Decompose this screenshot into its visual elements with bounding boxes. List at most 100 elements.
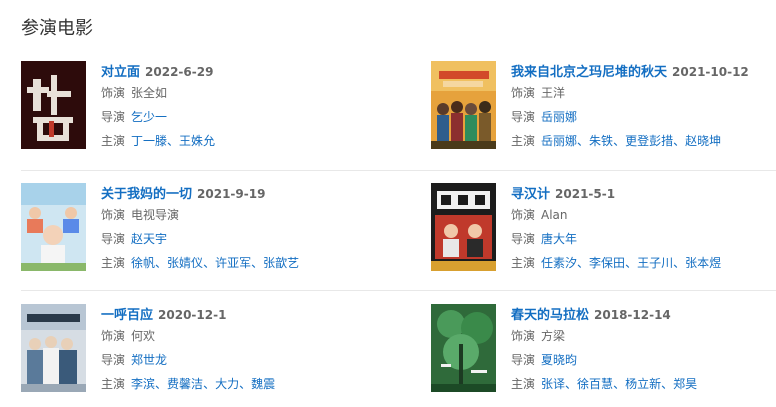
movie-poster[interactable]: [431, 61, 496, 149]
cast-label: 主演: [101, 377, 126, 391]
poster-autumn-of-mani-icon: [431, 61, 496, 149]
role-line: 饰演 张全如: [101, 81, 381, 105]
role-value: 方梁: [541, 329, 566, 343]
separator: 、: [155, 256, 168, 270]
title-line: 关于我妈的一切 2021-9-19: [101, 183, 381, 203]
role-label: 饰演: [101, 208, 126, 222]
movie-poster[interactable]: [431, 304, 496, 392]
separator: 、: [167, 134, 180, 148]
movie-poster[interactable]: [21, 61, 86, 149]
release-date: 2022-6-29: [145, 65, 214, 79]
separator: 、: [613, 134, 626, 148]
cast-link[interactable]: 李滨: [131, 377, 155, 391]
cast-link[interactable]: 费馨洁: [167, 377, 203, 391]
separator: 、: [565, 377, 578, 391]
cast-line: 主演 李滨、费馨洁、大力、魏震: [101, 372, 381, 396]
cast-line: 主演 岳丽娜、朱铁、更登彭措、赵晓坤: [511, 129, 776, 153]
movie-title-link[interactable]: 一呼百应: [101, 308, 153, 323]
movie-card: 春天的马拉松 2018-12-14 饰演 方梁 导演 夏晓昀 主演 张译、徐百慧、杨立新…: [431, 304, 776, 394]
cast-link[interactable]: 岳丽娜: [541, 134, 577, 148]
cast-link[interactable]: 魏震: [251, 377, 275, 391]
release-date: 2021-10-12: [672, 65, 749, 79]
cast-link[interactable]: 赵晓坤: [685, 134, 721, 148]
role-line: 饰演 王洋: [511, 81, 776, 105]
poster-duilimian-icon: [21, 61, 86, 149]
director-label: 导演: [511, 232, 536, 246]
poster-spring-marathon-icon: [431, 304, 496, 392]
director-label: 导演: [101, 232, 126, 246]
director-link[interactable]: 唐大年: [541, 232, 577, 246]
director-label: 导演: [511, 110, 536, 124]
role-line: 饰演 何欢: [101, 324, 381, 348]
movie-info: 春天的马拉松 2018-12-14 饰演 方梁 导演 夏晓昀 主演 张译、徐百慧、杨立新…: [511, 304, 776, 396]
director-line: 导演 郑世龙: [101, 348, 381, 372]
director-link[interactable]: 乞少一: [131, 110, 167, 124]
movie-info: 对立面 2022-6-29 饰演 张全如 导演 乞少一 主演 丁一滕、王姝允: [101, 61, 381, 153]
cast-link[interactable]: 王姝允: [179, 134, 215, 148]
movie-card: 我来自北京之玛尼堆的秋天 2021-10-12 饰演 王洋 导演 岳丽娜 主演 岳丽娜、…: [431, 61, 776, 151]
movie-title-link[interactable]: 对立面: [101, 65, 140, 80]
cast-link[interactable]: 丁一滕: [131, 134, 167, 148]
poster-mother-icon: [21, 183, 86, 271]
director-line: 导演 赵天宇: [101, 227, 381, 251]
separator: 、: [673, 134, 686, 148]
role-line: 饰演 方梁: [511, 324, 776, 348]
movie-info: 关于我妈的一切 2021-9-19 饰演 电视导演 导演 赵天宇 主演 徐帆、张婧仪、许…: [101, 183, 381, 275]
director-link[interactable]: 夏晓昀: [541, 353, 577, 367]
director-label: 导演: [101, 353, 126, 367]
cast-line: 主演 张译、徐百慧、杨立新、郑昊: [511, 372, 776, 396]
movie-info: 我来自北京之玛尼堆的秋天 2021-10-12 饰演 王洋 导演 岳丽娜 主演 岳丽娜、…: [511, 61, 776, 153]
release-date: 2020-12-1: [158, 308, 227, 322]
cast-link[interactable]: 大力: [215, 377, 239, 391]
title-line: 春天的马拉松 2018-12-14: [511, 304, 776, 324]
cast-label: 主演: [511, 377, 536, 391]
release-date: 2021-9-19: [197, 187, 266, 201]
cast-link[interactable]: 更登彭措: [625, 134, 673, 148]
role-value: Alan: [541, 208, 568, 222]
director-link[interactable]: 岳丽娜: [541, 110, 577, 124]
cast-link[interactable]: 郑昊: [673, 377, 697, 391]
cast-link[interactable]: 张歆艺: [263, 256, 299, 270]
cast-line: 主演 丁一滕、王姝允: [101, 129, 381, 153]
cast-link[interactable]: 杨立新: [625, 377, 661, 391]
director-label: 导演: [511, 353, 536, 367]
cast-link[interactable]: 张婧仪: [167, 256, 203, 270]
cast-label: 主演: [511, 134, 536, 148]
role-label: 饰演: [101, 329, 126, 343]
row-divider: [21, 170, 776, 171]
cast-link[interactable]: 徐帆: [131, 256, 155, 270]
separator: 、: [251, 256, 264, 270]
movie-title-link[interactable]: 我来自北京之玛尼堆的秋天: [511, 65, 667, 80]
movie-poster[interactable]: [21, 304, 86, 392]
movie-card: 关于我妈的一切 2021-9-19 饰演 电视导演 导演 赵天宇 主演 徐帆、张婧仪、许…: [21, 183, 381, 273]
cast-label: 主演: [511, 256, 536, 270]
poster-xunhanji-icon: [431, 183, 496, 271]
cast-link[interactable]: 许亚军: [215, 256, 251, 270]
cast-label: 主演: [101, 134, 126, 148]
director-link[interactable]: 赵天宇: [131, 232, 167, 246]
cast-link[interactable]: 张译: [541, 377, 565, 391]
movie-title-link[interactable]: 寻汉计: [511, 187, 550, 202]
separator: 、: [613, 377, 626, 391]
director-link[interactable]: 郑世龙: [131, 353, 167, 367]
separator: 、: [625, 256, 638, 270]
movie-card: 对立面 2022-6-29 饰演 张全如 导演 乞少一 主演 丁一滕、王姝允: [21, 61, 381, 151]
movie-title-link[interactable]: 关于我妈的一切: [101, 187, 192, 202]
cast-link[interactable]: 张本煜: [685, 256, 721, 270]
director-label: 导演: [101, 110, 126, 124]
movie-poster[interactable]: [21, 183, 86, 271]
cast-link[interactable]: 王子川: [637, 256, 673, 270]
separator: 、: [203, 377, 216, 391]
movie-card: 一呼百应 2020-12-1 饰演 何欢 导演 郑世龙 主演 李滨、费馨洁、大力、魏震: [21, 304, 381, 394]
movie-title-link[interactable]: 春天的马拉松: [511, 308, 589, 323]
cast-link[interactable]: 李保田: [589, 256, 625, 270]
director-line: 导演 乞少一: [101, 105, 381, 129]
release-date: 2018-12-14: [594, 308, 671, 322]
cast-link[interactable]: 任素汐: [541, 256, 577, 270]
cast-link[interactable]: 徐百慧: [577, 377, 613, 391]
cast-link[interactable]: 朱铁: [589, 134, 613, 148]
movie-card: 寻汉计 2021-5-1 饰演 Alan 导演 唐大年 主演 任素汐、李保田、王子川、张…: [431, 183, 776, 273]
role-label: 饰演: [511, 86, 536, 100]
movie-poster[interactable]: [431, 183, 496, 271]
role-value: 电视导演: [131, 208, 180, 222]
